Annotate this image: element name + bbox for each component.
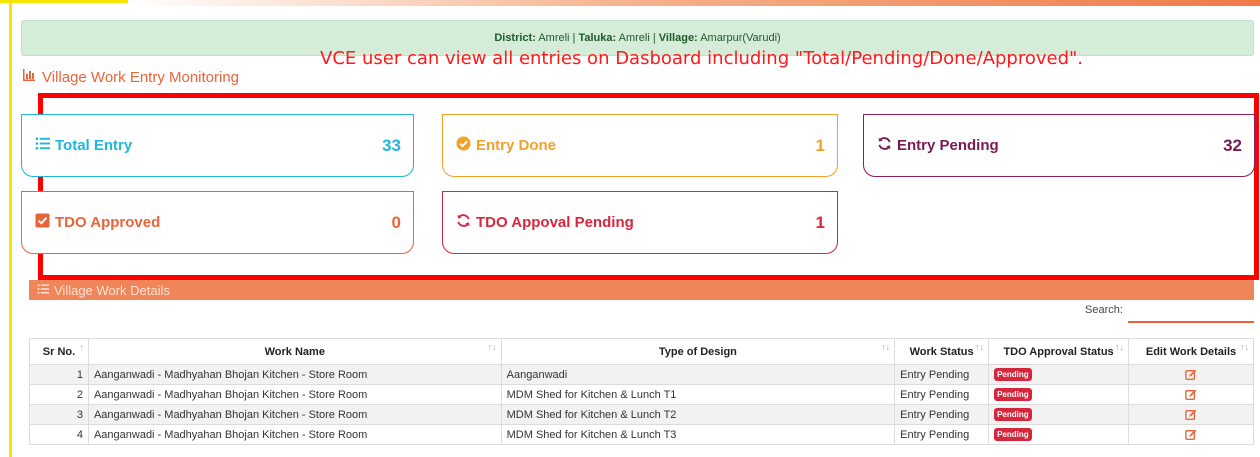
edit-icon[interactable] [1185, 408, 1197, 420]
col-header-work-name[interactable]: Work Name ↑↓ [87, 338, 502, 365]
entry-done-label: Entry Done [476, 137, 557, 154]
entry-pending-count: 32 [1223, 135, 1242, 155]
details-title: Village Work Details [54, 282, 170, 298]
sync-icon [456, 213, 471, 232]
sort-icon: ↑↓ [487, 342, 497, 352]
table-row: 2 Aanganwadi - Madhyahan Bhojan Kitchen … [29, 384, 1254, 405]
left-highlight-line [9, 0, 12, 457]
total-entry-count: 33 [382, 135, 401, 155]
entry-done-count: 1 [815, 135, 825, 155]
col-header-edit-work-details[interactable]: Edit Work Details ↑↓ [1128, 338, 1254, 365]
edit-icon[interactable] [1185, 428, 1197, 440]
list-icon [35, 136, 50, 155]
cell-tdo-status: Pending [988, 364, 1130, 385]
table-header-row: Sr No. ↑ Work Name ↑↓ Type of Design ↑↓ Wor… [29, 338, 1254, 365]
cell-work-name: Aanganwadi - Madhyahan Bhojan Kitchen - … [87, 424, 502, 445]
cell-status: Entry Pending [894, 424, 990, 445]
tdo-approval-pending-count: 1 [815, 212, 825, 232]
sort-icon: ↑↓ [1240, 342, 1249, 352]
table-row: 1 Aanganwadi - Madhyahan Bhojan Kitchen … [29, 364, 1254, 385]
cell-edit [1128, 404, 1254, 425]
cell-status: Entry Pending [894, 384, 990, 405]
sync-icon [877, 136, 892, 155]
cell-sr: 4 [29, 424, 89, 445]
pending-badge: Pending [994, 428, 1032, 441]
cell-design: MDM Shed for Kitchen & Lunch T3 [500, 424, 896, 445]
cell-design: MDM Shed for Kitchen & Lunch T1 [500, 384, 896, 405]
search-input[interactable] [1128, 303, 1254, 323]
table-row: 4 Aanganwadi - Madhyahan Bhojan Kitchen … [29, 424, 1254, 445]
bar-chart-icon [22, 68, 36, 86]
tdo-approval-pending-card[interactable]: TDO Appoval Pending 1 [442, 191, 838, 254]
tdo-approval-pending-label: TDO Appoval Pending [476, 214, 634, 231]
check-circle-icon [456, 136, 471, 155]
cell-design: Aanganwadi [500, 364, 896, 385]
cell-tdo-status: Pending [988, 424, 1130, 445]
work-details-table: Sr No. ↑ Work Name ↑↓ Type of Design ↑↓ Wor… [29, 338, 1254, 445]
cell-status: Entry Pending [894, 404, 990, 425]
col-header-work-status[interactable]: Work Status ↑↓ [894, 338, 990, 365]
edit-icon[interactable] [1185, 388, 1197, 400]
page-title: Village Work Entry Monitoring [22, 68, 239, 86]
village-value: Amarpur(Varudi) [700, 32, 781, 44]
total-entry-card[interactable]: Total Entry 33 [21, 114, 414, 177]
edit-icon[interactable] [1185, 368, 1197, 380]
entry-pending-label: Entry Pending [897, 137, 999, 154]
sort-icon: ↑↓ [975, 342, 985, 352]
cell-sr: 3 [29, 404, 89, 425]
table-row: 3 Aanganwadi - Madhyahan Bhojan Kitchen … [29, 404, 1254, 425]
pending-badge: Pending [994, 408, 1032, 421]
page-title-text: Village Work Entry Monitoring [42, 68, 240, 86]
cell-edit [1128, 364, 1254, 385]
cell-work-name: Aanganwadi - Madhyahan Bhojan Kitchen - … [87, 384, 502, 405]
taluka-label: Taluka: [578, 32, 617, 44]
cell-work-name: Aanganwadi - Madhyahan Bhojan Kitchen - … [87, 404, 502, 425]
entry-done-card[interactable]: Entry Done 1 [442, 114, 838, 177]
search-label: Search: [1085, 304, 1123, 316]
cell-sr: 2 [29, 384, 89, 405]
district-value: Amreli [538, 32, 570, 44]
total-entry-label: Total Entry [55, 137, 133, 154]
sort-asc-icon: ↑ [79, 342, 84, 352]
entry-pending-card[interactable]: Entry Pending 32 [863, 114, 1255, 177]
list-icon [37, 283, 49, 298]
top-highlight-line [0, 0, 128, 3]
village-label: Village: [658, 32, 698, 44]
district-label: District: [494, 32, 536, 44]
top-accent-bar [0, 0, 1260, 6]
details-header: Village Work Details [29, 280, 1254, 300]
cell-tdo-status: Pending [988, 384, 1130, 405]
tdo-approved-label: TDO Approved [55, 214, 161, 231]
cell-work-name: Aanganwadi - Madhyahan Bhojan Kitchen - … [87, 364, 502, 385]
pending-badge: Pending [994, 388, 1032, 401]
tdo-approved-count: 0 [391, 212, 401, 232]
check-square-icon [35, 213, 50, 232]
cell-edit [1128, 384, 1254, 405]
annotation-note: VCE user can view all entries on Dasboar… [320, 48, 1084, 69]
tdo-approved-card[interactable]: TDO Approved 0 [21, 191, 414, 254]
col-header-sr-no[interactable]: Sr No. ↑ [29, 338, 89, 365]
cell-edit [1128, 424, 1254, 445]
sort-icon: ↑↓ [1115, 342, 1125, 352]
taluka-value: Amreli [618, 32, 650, 44]
cell-tdo-status: Pending [988, 404, 1130, 425]
cell-design: MDM Shed for Kitchen & Lunch T2 [500, 404, 896, 425]
cell-sr: 1 [29, 364, 89, 385]
cell-status: Entry Pending [894, 364, 990, 385]
col-header-tdo-approval-status[interactable]: TDO Approval Status ↑↓ [988, 338, 1130, 365]
col-header-type-of-design[interactable]: Type of Design ↑↓ [500, 338, 896, 365]
sort-icon: ↑↓ [881, 342, 891, 352]
pending-badge: Pending [994, 368, 1032, 381]
